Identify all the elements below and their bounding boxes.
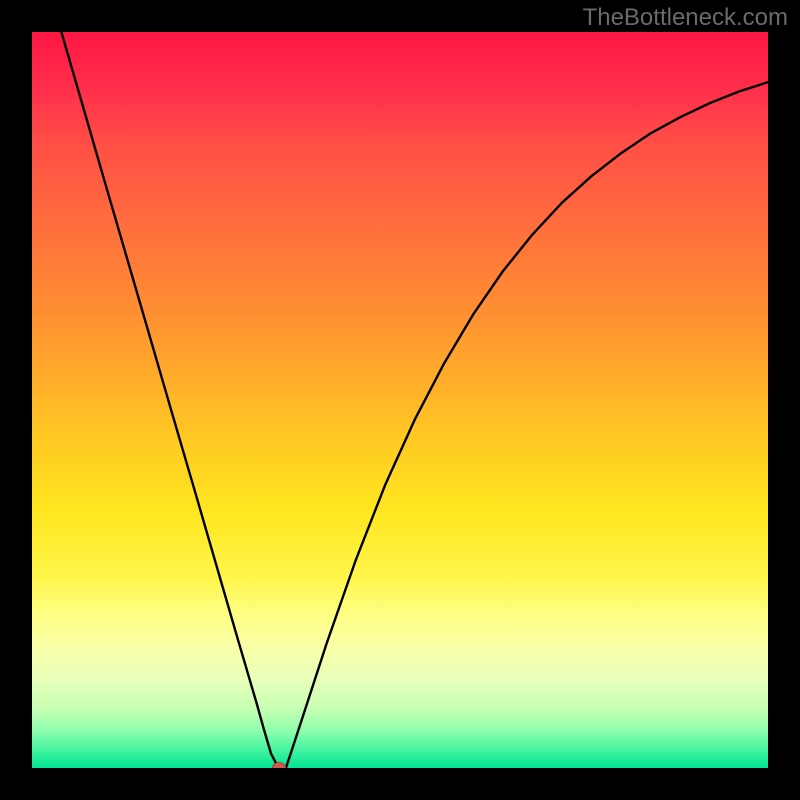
bottleneck-curve-path [61, 32, 768, 768]
watermark-text: TheBottleneck.com [583, 4, 788, 32]
chart-container: TheBottleneck.com [0, 0, 800, 800]
curve-svg [32, 32, 768, 768]
plot-area [32, 32, 768, 768]
minimum-marker [272, 762, 286, 768]
